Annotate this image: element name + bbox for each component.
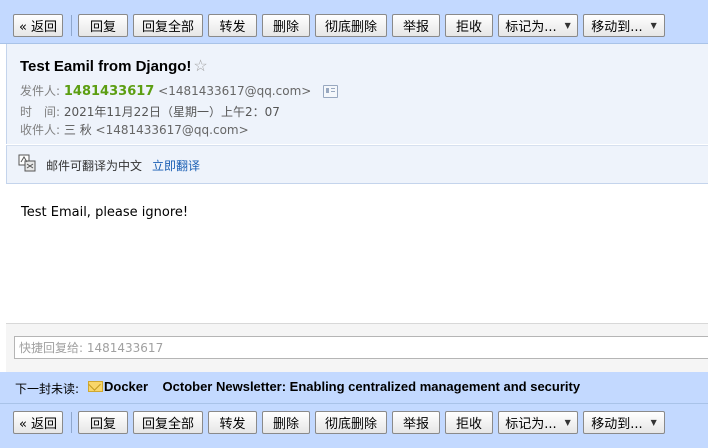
sender-row: 发件人: 1481433617 <1481433617@qq.com> — [20, 82, 339, 99]
time-label: 时 间: — [20, 105, 61, 119]
quick-reply-input[interactable] — [14, 336, 708, 359]
time-value: 2021年11月22日（星期一）上午2：07 — [63, 105, 280, 119]
reply-button[interactable]: 回复 — [78, 14, 128, 37]
reply-all-button[interactable]: 回复全部 — [133, 14, 203, 37]
sender-label: 发件人: — [20, 84, 61, 98]
toolbar-divider — [71, 15, 72, 36]
delete-permanently-button[interactable]: 彻底删除 — [315, 14, 387, 37]
forward-button[interactable]: 转发 — [208, 14, 257, 37]
reject-sender-button[interactable]: 拒收 — [445, 411, 493, 434]
mail-body: Test Email, please ignore! — [21, 205, 189, 220]
sender-address: <1481433617@qq.com> — [158, 84, 312, 98]
reply-button[interactable]: 回复 — [78, 411, 128, 434]
bottom-toolbar: « 返回 回复 回复全部 转发 删除 彻底删除 举报 拒收 标记为... ▼ 移… — [0, 403, 708, 448]
mark-as-label: 标记为... — [505, 20, 557, 35]
move-to-label: 移动到... — [591, 20, 643, 35]
quick-reply-area — [6, 323, 708, 372]
mail-header: Test Eamil from Django! ☆ 发件人: 1481433617… — [6, 44, 708, 144]
move-to-dropdown[interactable]: 移动到... ▼ — [583, 411, 665, 434]
star-icon[interactable]: ☆ — [193, 58, 207, 75]
next-unread-bar: 下一封未读: Docker October Newsletter: Enabli… — [0, 372, 708, 403]
back-button[interactable]: « 返回 — [13, 14, 63, 37]
dropdown-arrow-icon: ▼ — [650, 418, 657, 427]
mail-subject: Test Eamil from Django! ☆ — [20, 56, 208, 76]
report-spam-button[interactable]: 举报 — [392, 411, 440, 434]
move-to-dropdown[interactable]: 移动到... ▼ — [583, 14, 665, 37]
delete-permanently-button[interactable]: 彻底删除 — [315, 411, 387, 434]
next-unread-label: 下一封未读: — [15, 382, 80, 396]
move-to-label: 移动到... — [591, 417, 643, 432]
subject-text: Test Eamil from Django! — [20, 58, 192, 75]
delete-button[interactable]: 删除 — [262, 14, 310, 37]
toolbar-divider — [71, 412, 72, 433]
report-spam-button[interactable]: 举报 — [392, 14, 440, 37]
mark-as-label: 标记为... — [505, 417, 557, 432]
dropdown-arrow-icon: ▼ — [564, 418, 571, 427]
sender-name[interactable]: 1481433617 — [64, 84, 154, 99]
translate-icon — [18, 154, 36, 172]
top-toolbar: « 返回 回复 回复全部 转发 删除 彻底删除 举报 拒收 标记为... ▼ 移… — [0, 0, 708, 44]
translate-now-link[interactable]: 立即翻译 — [152, 157, 200, 174]
contact-card-icon[interactable] — [323, 85, 339, 98]
recipient-address: <1481433617@qq.com> — [95, 123, 249, 137]
next-unread-subject-link[interactable]: Docker October Newsletter: Enabling cent… — [104, 379, 580, 394]
reply-all-button[interactable]: 回复全部 — [133, 411, 203, 434]
mark-as-dropdown[interactable]: 标记为... ▼ — [498, 14, 578, 37]
reject-sender-button[interactable]: 拒收 — [445, 14, 493, 37]
translate-bar: 邮件可翻译为中文 立即翻译 — [6, 145, 708, 184]
back-button[interactable]: « 返回 — [13, 411, 63, 434]
dropdown-arrow-icon: ▼ — [564, 21, 571, 30]
recipient-name[interactable]: 三 秋 — [64, 123, 92, 137]
delete-button[interactable]: 删除 — [262, 411, 310, 434]
translate-hint: 邮件可翻译为中文 — [46, 159, 143, 173]
dropdown-arrow-icon: ▼ — [650, 21, 657, 30]
forward-button[interactable]: 转发 — [208, 411, 257, 434]
recipient-row: 收件人: 三 秋 <1481433617@qq.com> — [20, 121, 249, 138]
recipient-label: 收件人: — [20, 123, 61, 137]
time-row: 时 间: 2021年11月22日（星期一）上午2：07 — [20, 103, 280, 120]
envelope-icon — [88, 381, 103, 392]
mark-as-dropdown[interactable]: 标记为... ▼ — [498, 411, 578, 434]
